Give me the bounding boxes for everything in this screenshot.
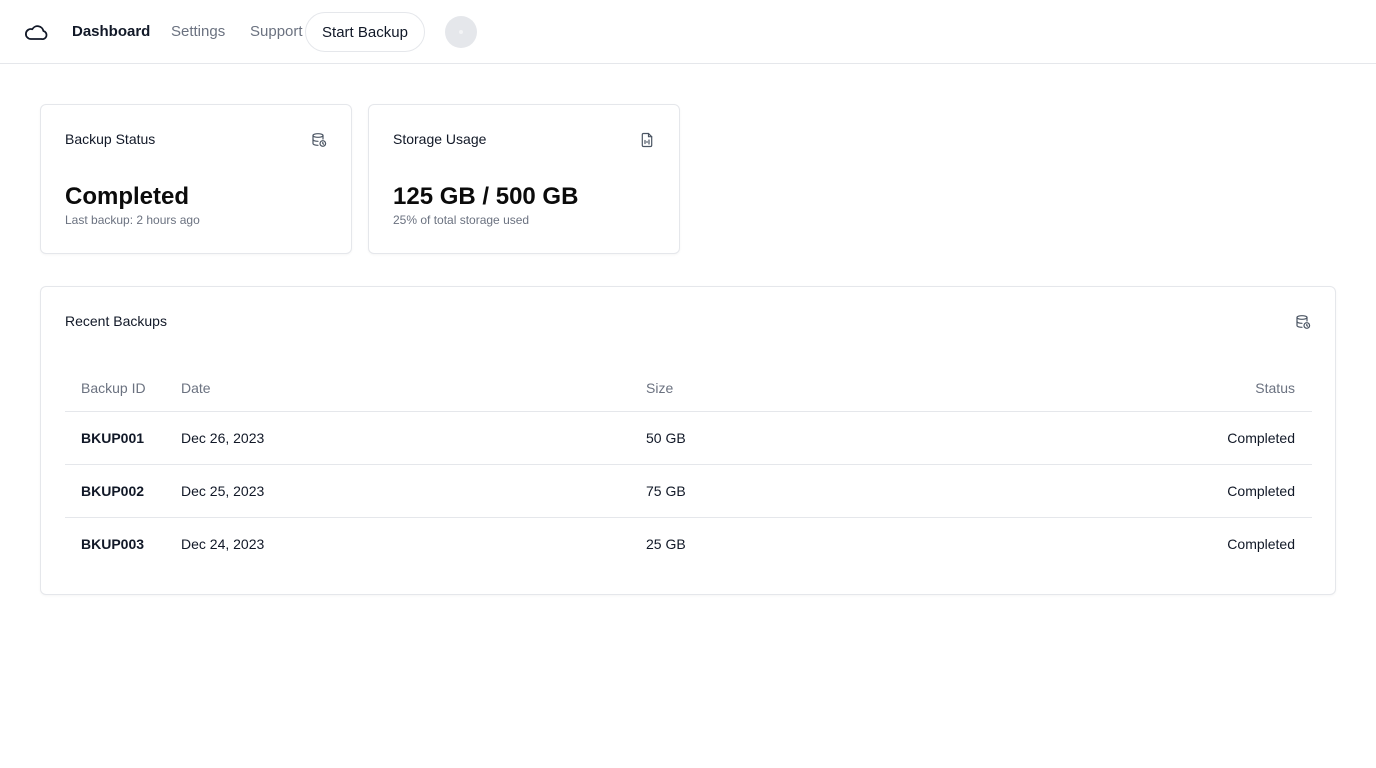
- database-backup-icon: [1296, 315, 1311, 329]
- backup-size-cell: 50 GB: [646, 411, 1096, 465]
- backups-table: Backup ID Date Size Status BKUP001 Dec 2…: [65, 365, 1312, 570]
- file-audio-icon: [641, 132, 653, 148]
- nav-settings[interactable]: Settings: [171, 22, 225, 42]
- database-backup-icon: [312, 133, 327, 147]
- storage-usage-title: Storage Usage: [393, 131, 487, 147]
- backup-id-cell: BKUP003: [81, 535, 145, 552]
- backup-size-cell: 25 GB: [646, 535, 686, 552]
- table-row[interactable]: BKUP003 Dec 24, 2023 25 GB Completed: [65, 517, 1312, 570]
- backup-status-cell: Completed: [1096, 411, 1312, 465]
- last-backup-text: Last backup: 2 hours ago: [65, 213, 200, 227]
- backup-id-cell: BKUP001: [65, 411, 181, 465]
- table-row[interactable]: BKUP002 Dec 25, 2023 75 GB Completed: [65, 464, 1312, 518]
- nav-support[interactable]: Support: [250, 22, 303, 42]
- nav-dashboard[interactable]: Dashboard: [72, 22, 150, 42]
- backup-id-cell: BKUP002: [65, 464, 181, 518]
- column-header-size[interactable]: Size: [646, 365, 1096, 412]
- table-header-row: Backup ID Date Size Status: [65, 365, 1312, 412]
- backup-status-cell: Completed: [1096, 464, 1312, 518]
- storage-usage-value: 125 GB / 500 GB: [393, 183, 579, 210]
- backup-date-cell: Dec 26, 2023: [181, 411, 646, 465]
- start-backup-button[interactable]: Start Backup: [305, 12, 425, 52]
- backup-status-title: Backup Status: [65, 131, 156, 147]
- backup-date-cell: Dec 24, 2023: [181, 535, 265, 552]
- user-avatar[interactable]: [445, 16, 477, 48]
- column-header-date[interactable]: Date: [181, 365, 646, 412]
- cloud-icon[interactable]: [24, 21, 48, 43]
- storage-usage-card: Storage Usage 125 GB / 500 GB 25% of tot…: [368, 104, 680, 254]
- storage-percent-text: 25% of total storage used: [393, 213, 530, 227]
- column-header-backup-id[interactable]: Backup ID: [65, 365, 181, 412]
- table-row[interactable]: BKUP001 Dec 26, 2023 50 GB Completed: [65, 411, 1312, 465]
- backup-date-cell: Dec 25, 2023: [181, 464, 646, 518]
- backup-status-value: Completed: [65, 183, 190, 210]
- top-nav: Dashboard Settings Support Start Backup: [0, 0, 1376, 64]
- backup-status-cell: Completed: [1227, 535, 1295, 552]
- recent-backups-title: Recent Backups: [65, 313, 167, 329]
- backup-status-card: Backup Status Completed Last backup: 2 h…: [40, 104, 352, 254]
- backup-size-cell: 75 GB: [646, 464, 1096, 518]
- recent-backups-card: Recent Backups Backup ID Date Size Statu…: [40, 286, 1336, 595]
- column-header-status[interactable]: Status: [1096, 365, 1312, 412]
